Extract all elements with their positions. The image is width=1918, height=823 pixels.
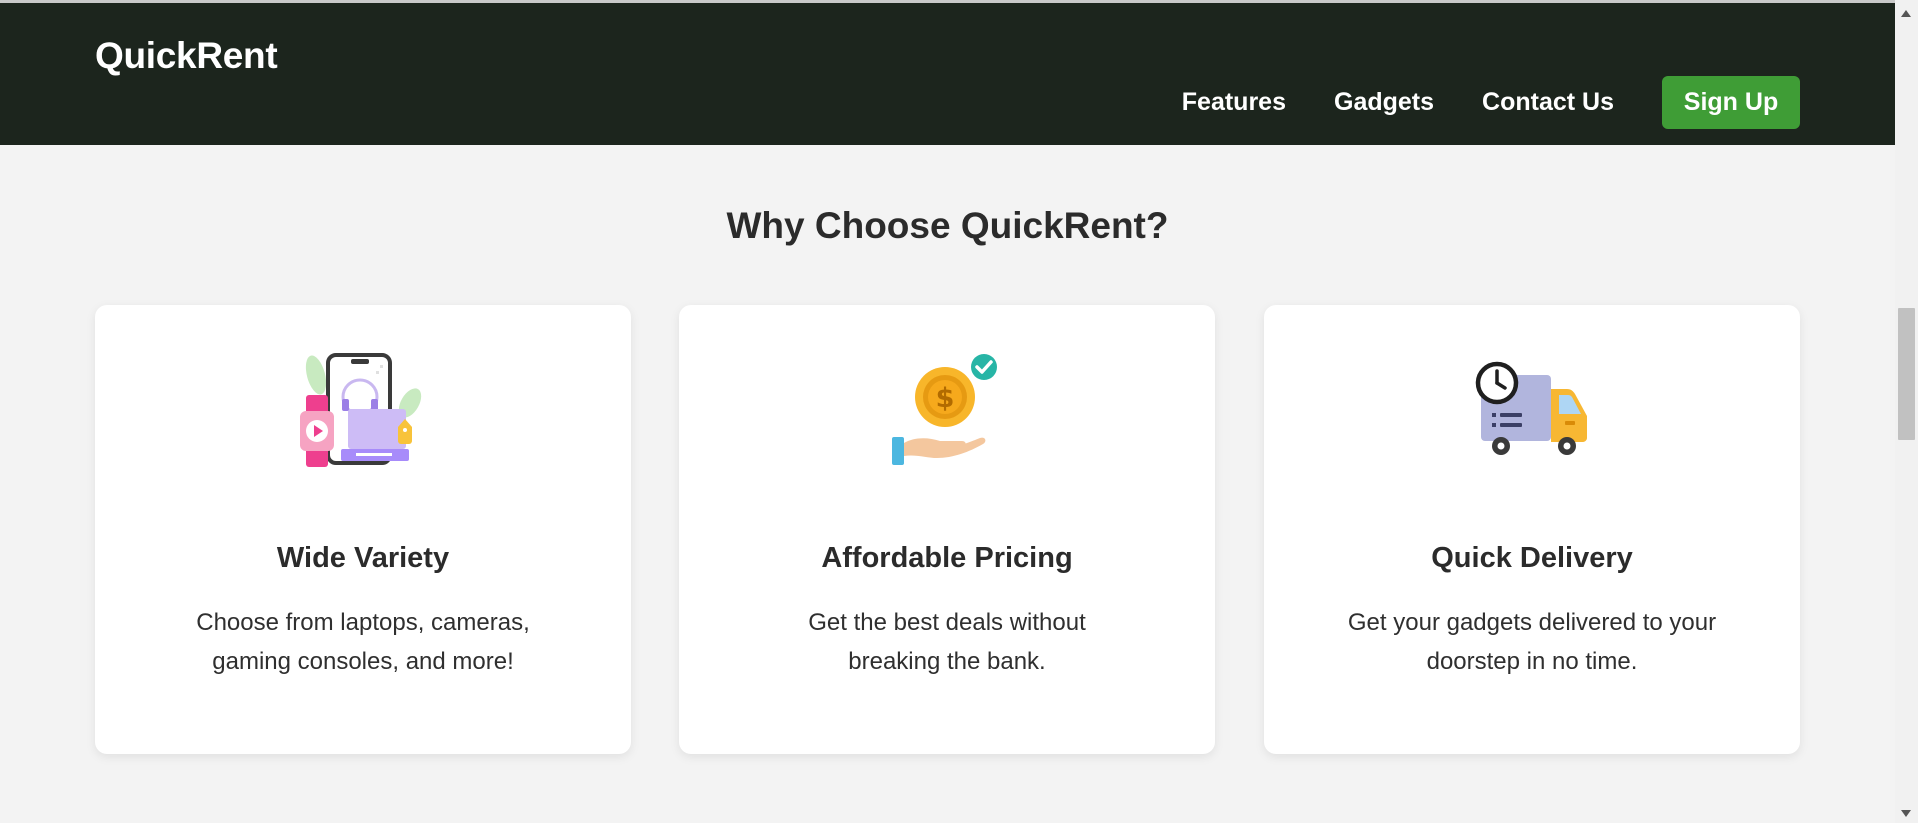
- page-scrollbar[interactable]: [1895, 0, 1918, 823]
- feature-card-wide-variety: Wide Variety Choose from laptops, camera…: [95, 305, 631, 754]
- delivery-truck-icon: [1475, 361, 1587, 455]
- site-header: QuickRent Features Gadgets Contact Us Si…: [0, 3, 1895, 145]
- nav-link-gadgets[interactable]: Gadgets: [1334, 88, 1434, 117]
- card-title: Affordable Pricing: [821, 542, 1073, 574]
- card-title: Quick Delivery: [1431, 542, 1633, 574]
- svg-text:$: $: [936, 383, 955, 414]
- section-title: Why Choose QuickRent?: [726, 205, 1169, 246]
- card-description: Get your gadgets delivered to your doors…: [1347, 609, 1717, 675]
- brand-logo[interactable]: QuickRent: [95, 35, 278, 77]
- scroll-up-arrow-icon[interactable]: [1901, 10, 1911, 17]
- card-description: Get the best deals without breaking the …: [808, 609, 1086, 675]
- nav-link-contact-us[interactable]: Contact Us: [1482, 88, 1614, 117]
- feature-card-affordable-pricing: $ Affordable Pricing Get the best deals …: [679, 305, 1215, 754]
- card-title: Wide Variety: [276, 542, 450, 574]
- gadgets-icon: [300, 353, 422, 467]
- sign-up-button[interactable]: Sign Up: [1662, 76, 1800, 129]
- main-nav: Features Gadgets Contact Us Sign Up: [1182, 76, 1800, 129]
- card-description: Choose from laptops, cameras, gaming con…: [196, 609, 530, 675]
- scrollbar-thumb[interactable]: [1898, 308, 1915, 440]
- scroll-down-arrow-icon[interactable]: [1901, 810, 1911, 817]
- feature-card-quick-delivery: Quick Delivery Get your gadgets delivere…: [1264, 305, 1800, 754]
- coin-hand-icon: $: [892, 351, 1000, 465]
- nav-link-features[interactable]: Features: [1182, 88, 1286, 117]
